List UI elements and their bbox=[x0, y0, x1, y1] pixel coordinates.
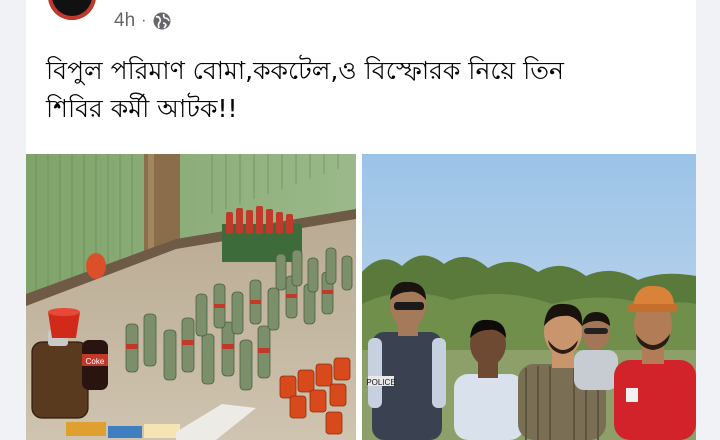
coke-bottle-label: Coke bbox=[86, 357, 105, 366]
photo-bottles[interactable]: Coke bbox=[26, 154, 356, 440]
police-vest-label: POLICE bbox=[366, 378, 395, 387]
avatar[interactable] bbox=[48, 0, 96, 20]
post-header: 4h · bbox=[26, 0, 696, 40]
globe-icon[interactable] bbox=[152, 11, 172, 31]
post-meta: 4h · bbox=[114, 8, 172, 34]
post-timestamp[interactable]: 4h bbox=[114, 10, 135, 32]
post-media[interactable]: Coke POLICE bbox=[26, 154, 696, 440]
post-text-line-2: শিবির কর্মী আটক!! bbox=[46, 94, 238, 123]
post-text-line-1: বিপুল পরিমাণ বোমা,ককটেল,ও বিস্ফোরক নিয়ে… bbox=[46, 56, 564, 85]
photo-people[interactable]: POLICE bbox=[362, 154, 696, 440]
meta-separator: · bbox=[141, 12, 147, 29]
post-text: বিপুল পরিমাণ বোমা,ককটেল,ও বিস্ফোরক নিয়ে… bbox=[46, 52, 686, 128]
post-card: 4h · বিপুল পরিমাণ বোমা,ককটেল,ও বিস্ফোরক … bbox=[26, 0, 696, 440]
